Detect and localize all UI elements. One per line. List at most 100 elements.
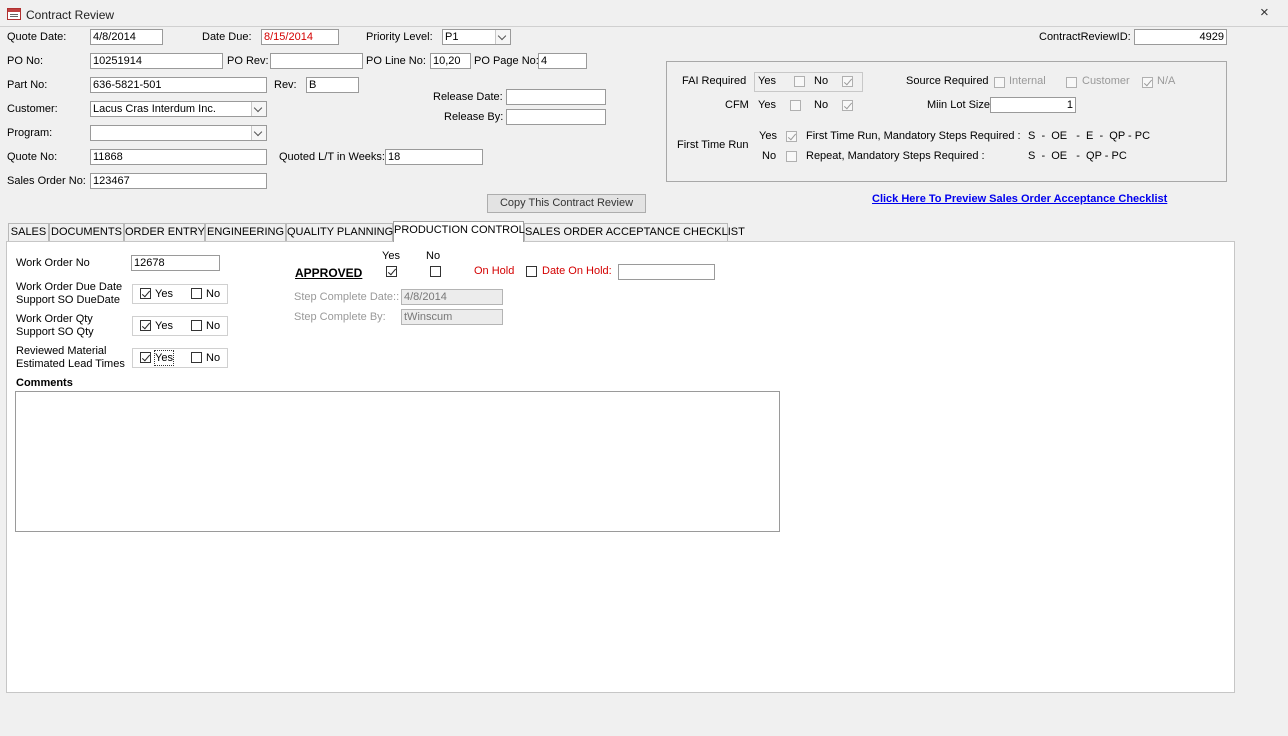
tab-order-entry[interactable]: ORDER ENTRY	[124, 223, 205, 241]
step-by-field[interactable]: tWinscum	[401, 309, 503, 325]
customer-source-label: Customer	[1082, 75, 1130, 87]
date-on-hold-checkbox[interactable]	[526, 266, 537, 277]
internal-checkbox[interactable]	[994, 77, 1005, 88]
preview-checklist-link[interactable]: Click Here To Preview Sales Order Accept…	[872, 193, 1167, 205]
material-yes-label: Yes	[154, 350, 174, 366]
wo-due-no-checkbox[interactable]	[191, 288, 202, 299]
material-no-checkbox[interactable]	[191, 352, 202, 363]
fai-no-checkbox[interactable]	[842, 76, 853, 87]
date-on-hold-field[interactable]	[618, 264, 715, 280]
ftr-yes-text: First Time Run, Mandatory Steps Required…	[806, 130, 1021, 142]
priority-select[interactable]: P1	[442, 29, 511, 45]
material-no-label: No	[206, 352, 221, 364]
cfm-yes-label: Yes	[758, 99, 776, 111]
wo-due-label-line1: Work Order Due Date	[16, 281, 123, 293]
copy-review-button[interactable]: Copy This Contract Review	[487, 194, 646, 213]
cfm-yes-checkbox[interactable]	[790, 100, 801, 111]
date-due-field[interactable]: 8/15/2014	[261, 29, 339, 45]
release-by-field[interactable]	[506, 109, 606, 125]
quoted-lt-label: Quoted L/T in Weeks:	[279, 151, 385, 163]
ftr-no-text: Repeat, Mandatory Steps Required :	[806, 150, 985, 162]
po-page-field[interactable]: 4	[538, 53, 587, 69]
material-yes-checkbox[interactable]	[140, 352, 151, 363]
quote-date-field[interactable]: 4/8/2014	[90, 29, 163, 45]
po-page-label: PO Page No:	[474, 55, 539, 67]
form-icon	[7, 8, 21, 20]
wo-qty-yes-checkbox[interactable]	[140, 320, 151, 331]
po-rev-field[interactable]	[270, 53, 363, 69]
wo-qty-label-line1: Work Order Qty	[16, 313, 93, 325]
ftr-no-label: No	[762, 150, 777, 162]
cfm-label: CFM	[725, 99, 749, 111]
rev-field[interactable]: B	[306, 77, 359, 93]
priority-value: P1	[445, 31, 459, 43]
program-select[interactable]	[90, 125, 267, 141]
program-label: Program:	[7, 127, 53, 139]
wo-qty-no-checkbox[interactable]	[191, 320, 202, 331]
chevron-down-icon[interactable]	[251, 102, 266, 116]
fai-yes-label: Yes	[758, 75, 776, 87]
quote-no-field[interactable]: 11868	[90, 149, 267, 165]
approved-no-checkbox[interactable]	[430, 266, 441, 277]
chevron-down-icon[interactable]	[251, 126, 266, 140]
part-no-label: Part No:	[7, 79, 48, 91]
po-no-field[interactable]: 10251914	[90, 53, 223, 69]
material-label-line2: Estimated Lead Times	[16, 358, 125, 370]
wo-qty-yes-label: Yes	[155, 320, 173, 332]
tab-documents[interactable]: DOCUMENTS	[49, 223, 124, 241]
tab-quality-planning[interactable]: QUALITY PLANNING	[286, 223, 393, 241]
comments-textarea[interactable]	[15, 391, 780, 532]
tab-sales-order-checklist[interactable]: SALES ORDER ACCEPTANCE CHECKLIST	[524, 223, 745, 241]
ftr-no-checkbox[interactable]	[786, 151, 797, 162]
wo-qty-no-label: No	[206, 320, 221, 332]
ftr-yes-label: Yes	[759, 130, 777, 142]
min-lot-field[interactable]: 1	[990, 97, 1076, 113]
approved-yes-header: Yes	[382, 250, 400, 262]
date-due-label: Date Due:	[202, 31, 252, 43]
title-bar: Contract Review ×	[0, 0, 1288, 27]
chevron-down-icon[interactable]	[495, 30, 510, 44]
po-rev-label: PO Rev:	[227, 55, 269, 67]
cfm-no-checkbox[interactable]	[842, 100, 853, 111]
approved-yes-checkbox[interactable]	[386, 266, 397, 277]
po-line-field[interactable]: 10,20	[430, 53, 471, 69]
approved-no-header: No	[426, 250, 441, 262]
sales-order-field[interactable]: 123467	[90, 173, 267, 189]
fai-yes-checkbox[interactable]	[794, 76, 805, 87]
work-order-label: Work Order No	[16, 257, 90, 269]
step-date-field[interactable]: 4/8/2014	[401, 289, 503, 305]
na-label: N/A	[1157, 75, 1176, 87]
work-order-field[interactable]: 12678	[131, 255, 220, 271]
tab-production-control[interactable]: PRODUCTION CONTROL	[393, 221, 525, 242]
release-date-field[interactable]	[506, 89, 606, 105]
date-on-hold-label: Date On Hold:	[542, 265, 612, 277]
ftr-yes-steps: S - OE - E - QP - PC	[1028, 130, 1151, 142]
release-date-label: Release Date:	[433, 91, 503, 103]
ftr-no-steps: S - OE - QP - PC	[1028, 150, 1127, 162]
on-hold-label: On Hold	[474, 265, 515, 277]
step-date-label: Step Complete Date::	[294, 291, 400, 303]
customer-select[interactable]: Lacus Cras Interdum Inc.	[90, 101, 267, 117]
customer-label: Customer:	[7, 103, 58, 115]
approved-label: APPROVED	[295, 266, 363, 280]
na-checkbox[interactable]	[1142, 77, 1153, 88]
tab-sales[interactable]: SALES	[8, 223, 49, 241]
po-no-label: PO No:	[7, 55, 44, 67]
tab-engineering[interactable]: ENGINEERING	[205, 223, 286, 241]
ftr-yes-checkbox[interactable]	[786, 131, 797, 142]
fai-label: FAI Required	[682, 75, 747, 87]
step-by-label: Step Complete By:	[294, 311, 386, 323]
customer-checkbox[interactable]	[1066, 77, 1077, 88]
review-id-field[interactable]: 4929	[1134, 29, 1227, 45]
close-icon[interactable]: ×	[1260, 5, 1269, 20]
internal-label: Internal	[1009, 75, 1046, 87]
sales-order-label: Sales Order No:	[7, 175, 86, 187]
first-time-label: First Time Run	[677, 139, 749, 151]
part-no-field[interactable]: 636-5821-501	[90, 77, 267, 93]
po-line-label: PO Line No:	[366, 55, 426, 67]
quote-no-label: Quote No:	[7, 151, 58, 163]
customer-value: Lacus Cras Interdum Inc.	[93, 103, 216, 115]
quoted-lt-field[interactable]: 18	[385, 149, 483, 165]
wo-due-label-line2: Support SO DueDate	[16, 294, 120, 306]
wo-due-yes-checkbox[interactable]	[140, 288, 151, 299]
